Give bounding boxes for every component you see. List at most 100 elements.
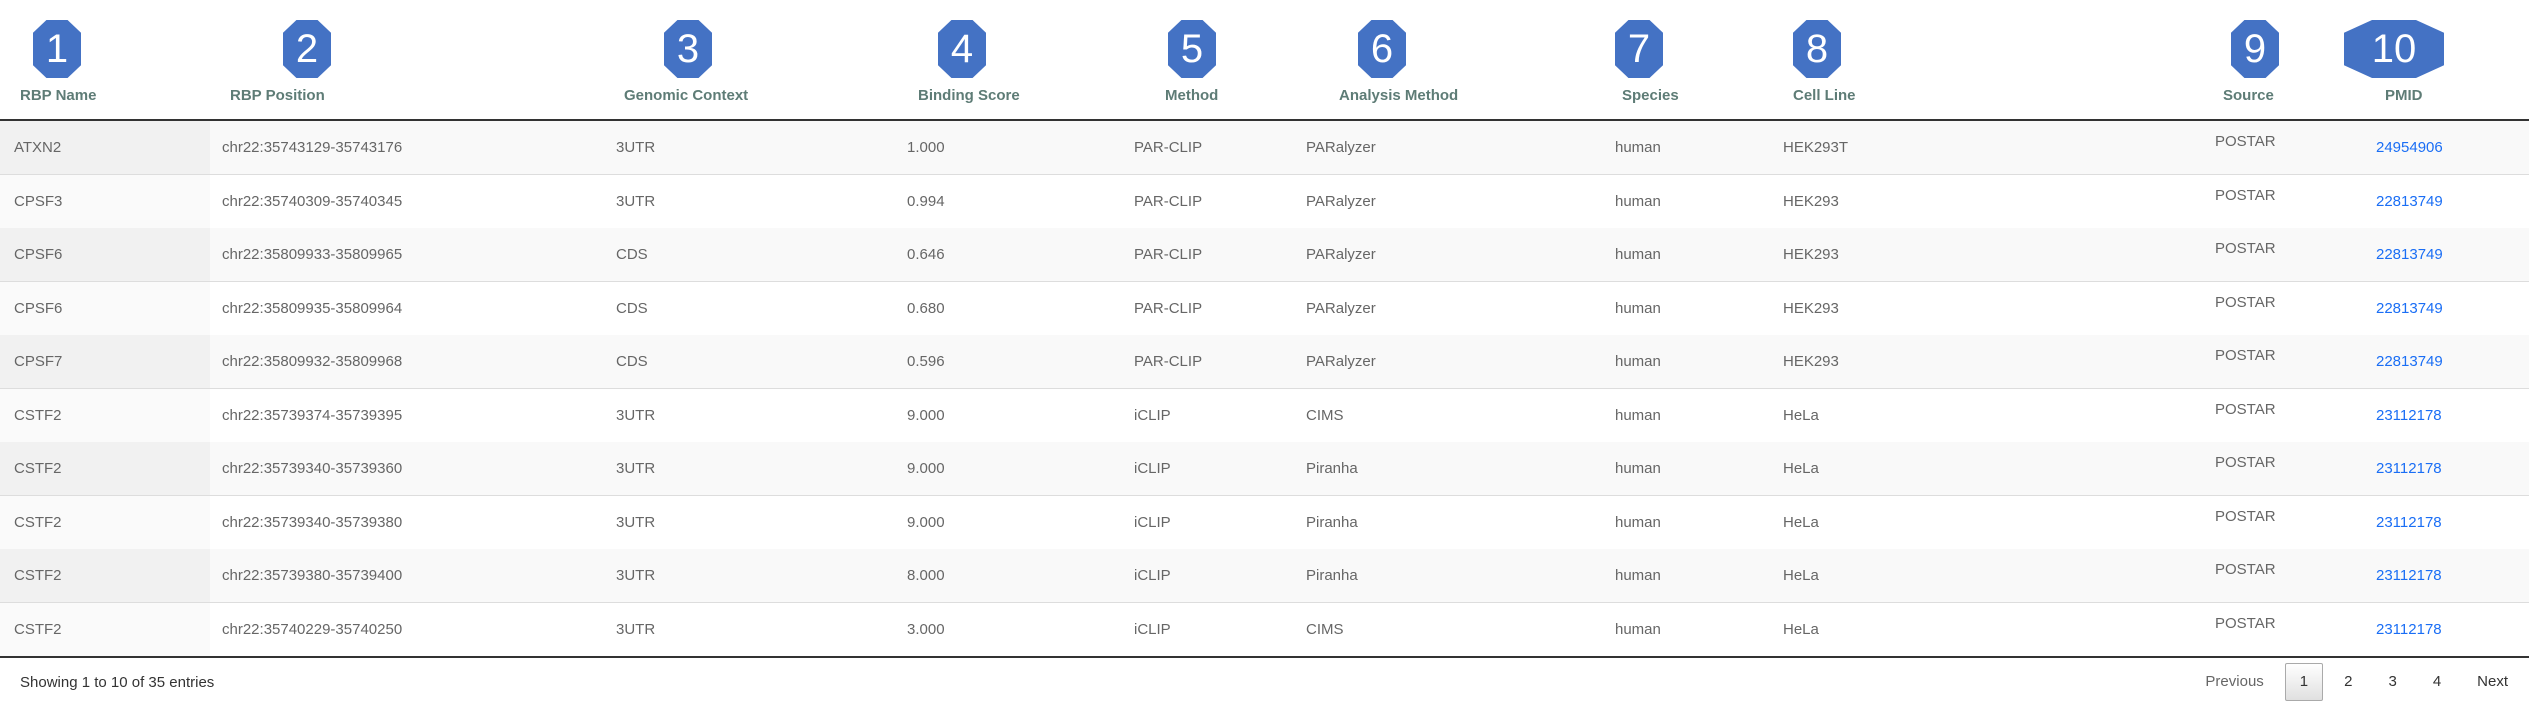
cell-genomic-context: CDS (616, 299, 648, 317)
table-row: CSTF2 chr22:35739380-35739400 3UTR 8.000 iCL… (0, 549, 2529, 603)
cell-binding-score: 0.680 (907, 299, 945, 317)
pmid-link[interactable]: 22813749 (2376, 353, 2443, 370)
cell-species: human (1615, 192, 1661, 210)
cell-genomic-context: 3UTR (616, 567, 656, 584)
table-row: ATXN2 chr22:35743129-35743176 3UTR 1.000 PAR… (0, 121, 2529, 175)
page-button-3[interactable]: 3 (2373, 663, 2411, 701)
cell-genomic-context: 3UTR (616, 139, 656, 156)
cell-method: PAR-CLIP (1134, 192, 1203, 210)
pmid-link[interactable]: 22813749 (2376, 300, 2443, 317)
cell-analysis-method: Piranha (1306, 567, 1358, 584)
pmid-link[interactable]: 23112178 (2376, 567, 2442, 584)
cell-source: POSTAR (2215, 400, 2276, 418)
cell-binding-score: 9.000 (907, 406, 945, 424)
table-row: CPSF7 chr22:35809932-35809968 CDS 0.596 PAR-… (0, 335, 2529, 389)
pmid-link[interactable]: 23112178 (2376, 407, 2442, 424)
cell-rbp-name: CSTF2 (14, 406, 62, 424)
column-number-badge: 2 (283, 20, 331, 78)
cell-species: human (1615, 406, 1661, 424)
cell-cell-line: HeLa (1783, 567, 1819, 584)
page-button-4[interactable]: 4 (2418, 663, 2456, 701)
cell-species: human (1615, 460, 1661, 477)
cell-rbp-position: chr22:35809932-35809968 (222, 353, 403, 370)
column-header-rbp-position[interactable]: RBP Position (230, 87, 325, 104)
pmid-link[interactable]: 24954906 (2376, 139, 2443, 156)
column-number-badge: 3 (664, 20, 712, 78)
cell-genomic-context: 3UTR (616, 406, 656, 424)
pmid-link[interactable]: 22813749 (2376, 193, 2443, 210)
cell-rbp-position: chr22:35739340-35739380 (222, 513, 403, 531)
column-number-badge: 9 (2231, 20, 2279, 78)
pmid-link[interactable]: 23112178 (2376, 460, 2442, 477)
cell-binding-score: 1.000 (907, 139, 945, 156)
cell-method: iCLIP (1134, 513, 1171, 531)
cell-cell-line: HEK293 (1783, 353, 1839, 370)
cell-source: POSTAR (2215, 240, 2276, 257)
previous-button[interactable]: Previous (2190, 663, 2278, 701)
cell-method: PAR-CLIP (1134, 299, 1203, 317)
column-number-badge: 8 (1793, 20, 1841, 78)
table-info: Showing 1 to 10 of 35 entries (20, 674, 215, 691)
cell-rbp-position: chr22:35809935-35809964 (222, 299, 403, 317)
cell-genomic-context: CDS (616, 353, 648, 370)
cell-rbp-name: CPSF7 (14, 353, 63, 370)
column-number-badge: 5 (1168, 20, 1216, 78)
cell-genomic-context: 3UTR (616, 620, 656, 638)
cell-species: human (1615, 139, 1661, 156)
cell-binding-score: 0.596 (907, 353, 945, 370)
cell-cell-line: HeLa (1783, 406, 1819, 424)
table-row: CSTF2 chr22:35739374-35739395 3UTR 9.000 iCL… (0, 388, 2529, 443)
cell-source: POSTAR (2215, 293, 2276, 311)
cell-rbp-name: CPSF6 (14, 299, 63, 317)
cell-rbp-name: ATXN2 (14, 139, 62, 156)
cell-analysis-method: Piranha (1306, 460, 1358, 477)
page-button-1[interactable]: 1 (2284, 663, 2324, 701)
table-row: CSTF2 chr22:35740229-35740250 3UTR 3.000 iCL… (0, 602, 2529, 657)
pagination: Previous 1 2 3 4 Next (2184, 663, 2523, 701)
cell-cell-line: HeLa (1783, 460, 1819, 477)
pmid-link[interactable]: 22813749 (2376, 246, 2443, 263)
cell-cell-line: HeLa (1783, 513, 1819, 531)
column-header-species[interactable]: Species (1622, 87, 1679, 104)
cell-source: POSTAR (2215, 507, 2276, 525)
column-header-rbp-name[interactable]: RBP Name (20, 87, 96, 104)
cell-binding-score: 9.000 (907, 460, 945, 477)
cell-cell-line: HEK293 (1783, 192, 1839, 210)
cell-genomic-context: 3UTR (616, 513, 656, 531)
next-button[interactable]: Next (2462, 663, 2523, 701)
cell-binding-score: 0.646 (907, 246, 945, 263)
column-header-pmid[interactable]: PMID (2385, 87, 2423, 104)
cell-rbp-position: chr22:35739380-35739400 (222, 567, 403, 584)
page-button-2[interactable]: 2 (2329, 663, 2367, 701)
cell-rbp-position: chr22:35739340-35739360 (222, 460, 403, 477)
column-header-genomic-context[interactable]: Genomic Context (624, 87, 748, 104)
table-row: CPSF3 chr22:35740309-35740345 3UTR 0.994 PAR… (0, 174, 2529, 229)
cell-source: POSTAR (2215, 347, 2276, 364)
column-number-badge: 10 (2344, 20, 2444, 78)
column-header-analysis-method[interactable]: Analysis Method (1339, 87, 1458, 104)
cell-analysis-method: CIMS (1306, 406, 1344, 424)
cell-method: iCLIP (1134, 567, 1171, 584)
table-row: CSTF2 chr22:35739340-35739360 3UTR 9.000 iCL… (0, 442, 2529, 496)
column-number-badge: 7 (1615, 20, 1663, 78)
column-header-cell-line[interactable]: Cell Line (1793, 87, 1856, 104)
pmid-link[interactable]: 23112178 (2376, 621, 2442, 638)
cell-source: POSTAR (2215, 454, 2276, 471)
cell-rbp-position: chr22:35809933-35809965 (222, 246, 403, 263)
cell-method: PAR-CLIP (1134, 139, 1203, 156)
cell-analysis-method: PARalyzer (1306, 299, 1376, 317)
pmid-link[interactable]: 23112178 (2376, 514, 2442, 531)
cell-analysis-method: PARalyzer (1306, 139, 1376, 156)
column-header-source[interactable]: Source (2223, 87, 2274, 104)
cell-genomic-context: CDS (616, 246, 648, 263)
footer-divider (0, 656, 2529, 658)
cell-method: PAR-CLIP (1134, 353, 1203, 370)
column-header-binding-score[interactable]: Binding Score (918, 87, 1020, 104)
cell-genomic-context: 3UTR (616, 192, 656, 210)
cell-method: iCLIP (1134, 406, 1171, 424)
cell-species: human (1615, 567, 1661, 584)
table-row: CSTF2 chr22:35739340-35739380 3UTR 9.000 iCL… (0, 495, 2529, 550)
cell-species: human (1615, 246, 1661, 263)
cell-cell-line: HeLa (1783, 620, 1819, 638)
column-header-method[interactable]: Method (1165, 87, 1218, 104)
